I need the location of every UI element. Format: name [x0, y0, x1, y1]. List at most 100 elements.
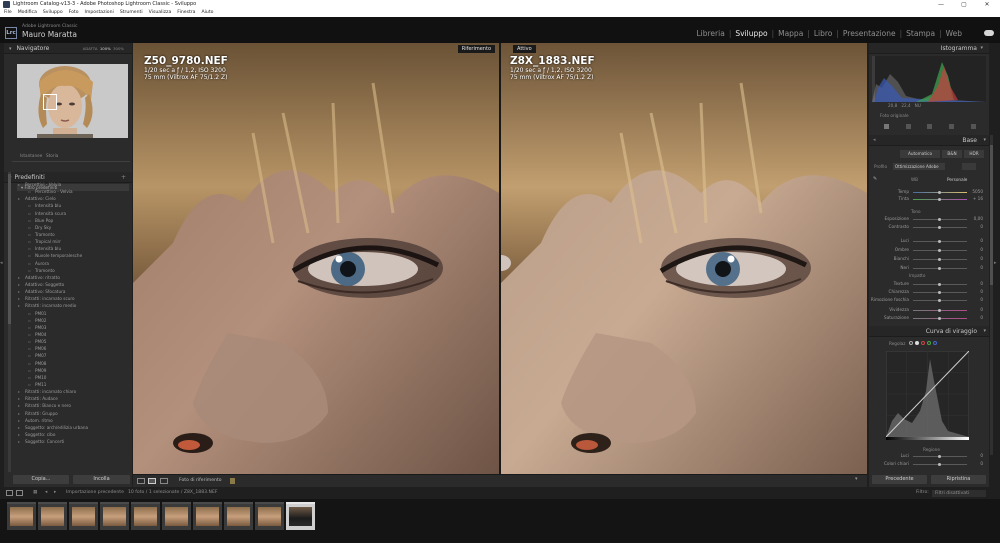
mask-tool-icon[interactable]: [970, 124, 976, 129]
menu-visualizza[interactable]: Visualizza: [149, 9, 172, 17]
tone-curve-header[interactable]: Curva di viraggio ▾: [869, 326, 989, 337]
crop-tool-icon[interactable]: [905, 124, 911, 129]
close-button[interactable]: ✕: [976, 0, 998, 9]
forward-arrow-icon[interactable]: ▸: [54, 487, 56, 499]
lock-icon[interactable]: [230, 478, 235, 484]
preset-item[interactable]: ▫ PM01: [6, 310, 128, 317]
preset-item[interactable]: ▫ PM06: [6, 345, 128, 352]
slider-knob[interactable]: [938, 226, 941, 229]
scroll-thumb[interactable]: [990, 145, 993, 285]
slider-value[interactable]: 0: [971, 281, 983, 286]
preset-group[interactable]: ▸ Ritratti: incarnato chiaro: [6, 388, 128, 395]
preset-group[interactable]: ▸ Adattivo: Soggetto: [6, 281, 128, 288]
before-after-icon[interactable]: [160, 478, 168, 484]
filmstrip-thumbnail[interactable]: [38, 502, 67, 530]
slider-value[interactable]: 0: [971, 307, 983, 312]
slider-value[interactable]: 5050: [971, 189, 983, 194]
preset-item[interactable]: ▫ Tramonto: [6, 231, 128, 238]
slider-value[interactable]: 0: [971, 289, 983, 294]
profile-browser-icon[interactable]: [962, 163, 976, 170]
preset-item[interactable]: ▫ PM03: [6, 324, 128, 331]
preset-group[interactable]: ▸ Ritratti: Audace: [6, 395, 128, 402]
filmstrip-thumbnail[interactable]: [255, 502, 284, 530]
preset-item[interactable]: ▫ Intensità blu: [6, 202, 128, 209]
histogram-chart[interactable]: [872, 56, 986, 102]
filmstrip-thumbnail[interactable]: [286, 502, 315, 530]
right-scrollbar[interactable]: [990, 135, 993, 455]
panel-back-icon[interactable]: ◂: [873, 135, 876, 146]
preset-group[interactable]: ▸ Soggetto: arch/edilizia urbana: [6, 424, 128, 431]
hdr-button[interactable]: HDR: [964, 150, 984, 158]
preset-item[interactable]: ▫ Intensità scura: [6, 210, 128, 217]
preset-group[interactable]: ▸ Adattivo: Cielo: [6, 195, 128, 202]
filmstrip-source[interactable]: Importazione precedente: [66, 487, 124, 499]
module-mappa[interactable]: Mappa: [774, 29, 807, 38]
toolbar-menu-icon[interactable]: ▾: [855, 476, 858, 482]
redeye-tool-icon[interactable]: [949, 124, 955, 129]
zoom-300[interactable]: 300%: [113, 46, 124, 51]
snapshots-label[interactable]: Istantanee: [20, 153, 42, 158]
menu-impostazioni[interactable]: Impostazioni: [85, 9, 114, 17]
menu-foto[interactable]: Foto: [69, 9, 79, 17]
slider-knob[interactable]: [938, 299, 941, 302]
blue-channel-icon[interactable]: [933, 341, 937, 345]
reference-view[interactable]: Riferimento Z50_9780.NEF 1/20 sec a ƒ / …: [133, 43, 499, 474]
filmstrip-thumbnail[interactable]: [162, 502, 191, 530]
preset-group[interactable]: ▸ Ritratti: Gruppo: [6, 410, 128, 417]
preset-group[interactable]: ▸ Autom. ritmo: [6, 417, 128, 424]
slider-value[interactable]: 0: [971, 256, 983, 261]
preset-group[interactable]: ▸ Soggetto: Concerti: [6, 438, 128, 445]
preset-item[interactable]: ▫ Intensità blu: [6, 245, 128, 252]
slider-knob[interactable]: [938, 240, 941, 243]
slider-knob[interactable]: [938, 463, 941, 466]
module-libreria[interactable]: Libreria: [692, 29, 728, 38]
slider-knob[interactable]: [938, 283, 941, 286]
point-curve-icon[interactable]: [915, 341, 919, 345]
maximize-button[interactable]: ▢: [953, 0, 975, 9]
zoom-100[interactable]: 100%: [100, 46, 111, 51]
left-panel-toggle-icon[interactable]: ◂: [0, 260, 3, 266]
heal-tool-icon[interactable]: [927, 124, 933, 129]
cloud-icon[interactable]: [984, 30, 994, 36]
edit-tool-icon[interactable]: [884, 124, 890, 129]
slider-value[interactable]: 0: [971, 453, 983, 458]
back-arrow-icon[interactable]: ◂: [45, 487, 47, 499]
slider-knob[interactable]: [938, 218, 941, 221]
slider-knob[interactable]: [938, 258, 941, 261]
red-channel-icon[interactable]: [921, 341, 925, 345]
module-presentazione[interactable]: Presentazione: [839, 29, 900, 38]
copy-button[interactable]: Copia...: [13, 475, 69, 484]
active-view[interactable]: Attivo Z8X_1883.NEF 1/20 sec a ƒ / 1,2, …: [501, 43, 867, 474]
filmstrip-thumbnail[interactable]: [100, 502, 129, 530]
preset-item[interactable]: ▫ Aurora: [6, 260, 128, 267]
preset-group[interactable]: ▸ Adattivo: Sfocatura: [6, 288, 128, 295]
slider-value[interactable]: 0: [971, 461, 983, 466]
panel-2-icon[interactable]: [16, 490, 23, 496]
preset-item[interactable]: ▫ PM10: [6, 374, 128, 381]
slider-value[interactable]: 0: [971, 224, 983, 229]
grid-view-icon[interactable]: ▦: [33, 487, 37, 499]
preset-group[interactable]: ▸ Ritratti: incarnato scuro: [6, 295, 128, 302]
slider-knob[interactable]: [938, 249, 941, 252]
tone-curve-graph[interactable]: [886, 351, 969, 437]
navigator-preview[interactable]: [17, 64, 128, 138]
module-web[interactable]: Web: [942, 29, 966, 38]
reset-button[interactable]: Ripristina: [931, 475, 986, 484]
slider-value[interactable]: 0: [971, 265, 983, 270]
history-label[interactable]: Storia: [46, 153, 58, 158]
menu-aiuto[interactable]: Aiuto: [202, 9, 214, 17]
slider-knob[interactable]: [938, 291, 941, 294]
slider-value[interactable]: 0: [971, 297, 983, 302]
profile-select[interactable]: Ottimizzazione Adobe: [893, 163, 945, 170]
preset-item[interactable]: ▫ Dry Sky: [6, 224, 128, 231]
wb-select[interactable]: Personale: [947, 177, 967, 182]
slider-value[interactable]: + 16: [971, 196, 983, 201]
preset-group[interactable]: ▸ Percettivi - Velvia: [6, 181, 128, 188]
navigator-header[interactable]: ▾ Navigatore ADATTA 100% 300%: [4, 43, 132, 54]
eyedropper-icon[interactable]: ✎: [873, 176, 877, 182]
basic-header[interactable]: ◂ Base ▾: [869, 135, 989, 146]
previous-button[interactable]: Precedente: [872, 475, 927, 484]
slider-knob[interactable]: [938, 309, 941, 312]
module-stampa[interactable]: Stampa: [902, 29, 939, 38]
parametric-curve-icon[interactable]: [909, 341, 913, 345]
